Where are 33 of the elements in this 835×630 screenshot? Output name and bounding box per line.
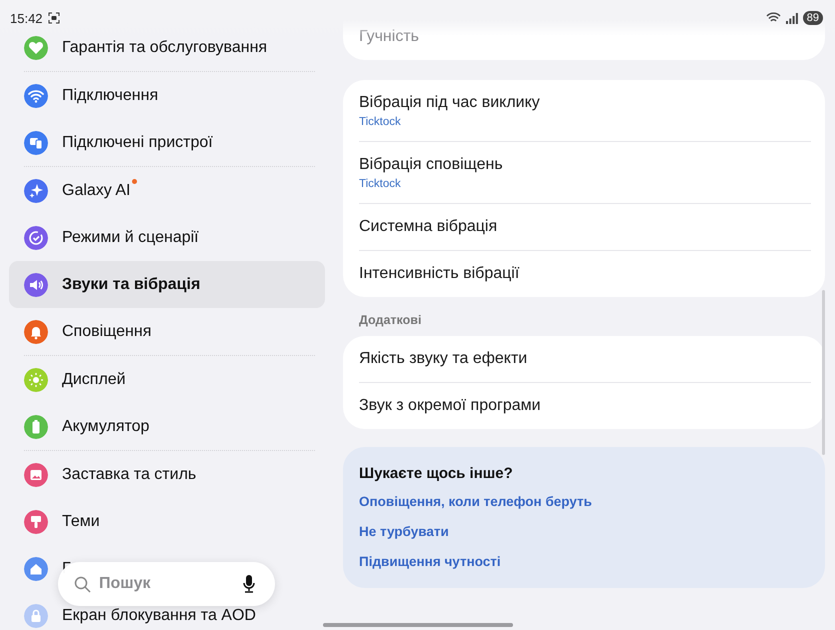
settings-item[interactable]: Вібрація сповіщень [359, 156, 811, 174]
sidebar-item[interactable]: Теми [62, 514, 100, 530]
sidebar-item[interactable]: Дисплей [62, 372, 126, 388]
sidebar-item[interactable]: Galaxy AI [62, 182, 130, 198]
sidebar-item[interactable]: Г [62, 560, 71, 576]
settings-item[interactable]: Системна вібрація [359, 218, 811, 236]
section-header: Додаткові [358, 312, 422, 329]
sidebar-item[interactable]: Акумулятор [62, 418, 150, 434]
sidebar-item[interactable]: Сповіщення [62, 324, 152, 340]
settings-item[interactable]: Якість звуку та ефекти [359, 350, 811, 368]
sidebar-item[interactable]: Гарантія та обслуговування [62, 40, 268, 56]
settings-item[interactable]: Вібрація під час виклику [359, 94, 811, 112]
sidebar-item[interactable]: Екран блокування та AOD [62, 608, 256, 624]
clock-time: 15:42 [10, 10, 43, 26]
settings-item[interactable]: Звук з окремої програми [359, 397, 811, 415]
wifi-icon [766, 12, 781, 24]
suggestions-title: Шукаєте щось інше? [359, 465, 514, 482]
signal-icon [786, 12, 798, 24]
microphone-icon[interactable] [243, 575, 255, 593]
battery-level: 89 [802, 11, 823, 25]
sidebar-item[interactable]: Режими й сценарії [62, 230, 199, 246]
screenshot-icon [48, 12, 60, 24]
suggestion-link[interactable]: Оповіщення, коли телефон беруть [359, 488, 809, 518]
suggestion-link[interactable]: Не турбувати [359, 518, 809, 548]
sidebar-item[interactable]: Підключені пристрої [62, 134, 213, 150]
setting-value: Ticktock [359, 178, 402, 190]
suggestion-link[interactable]: Підвищення чутності [359, 548, 809, 578]
sidebar-item[interactable]: Заставка та стиль [62, 466, 196, 482]
sidebar-item[interactable]: Підключення [62, 88, 158, 104]
settings-item[interactable]: Інтенсивність вібрації [359, 265, 811, 283]
search-icon [74, 576, 91, 592]
sidebar-item[interactable]: Звуки та вібрація [62, 276, 200, 292]
setting-value: Ticktock [359, 116, 402, 128]
